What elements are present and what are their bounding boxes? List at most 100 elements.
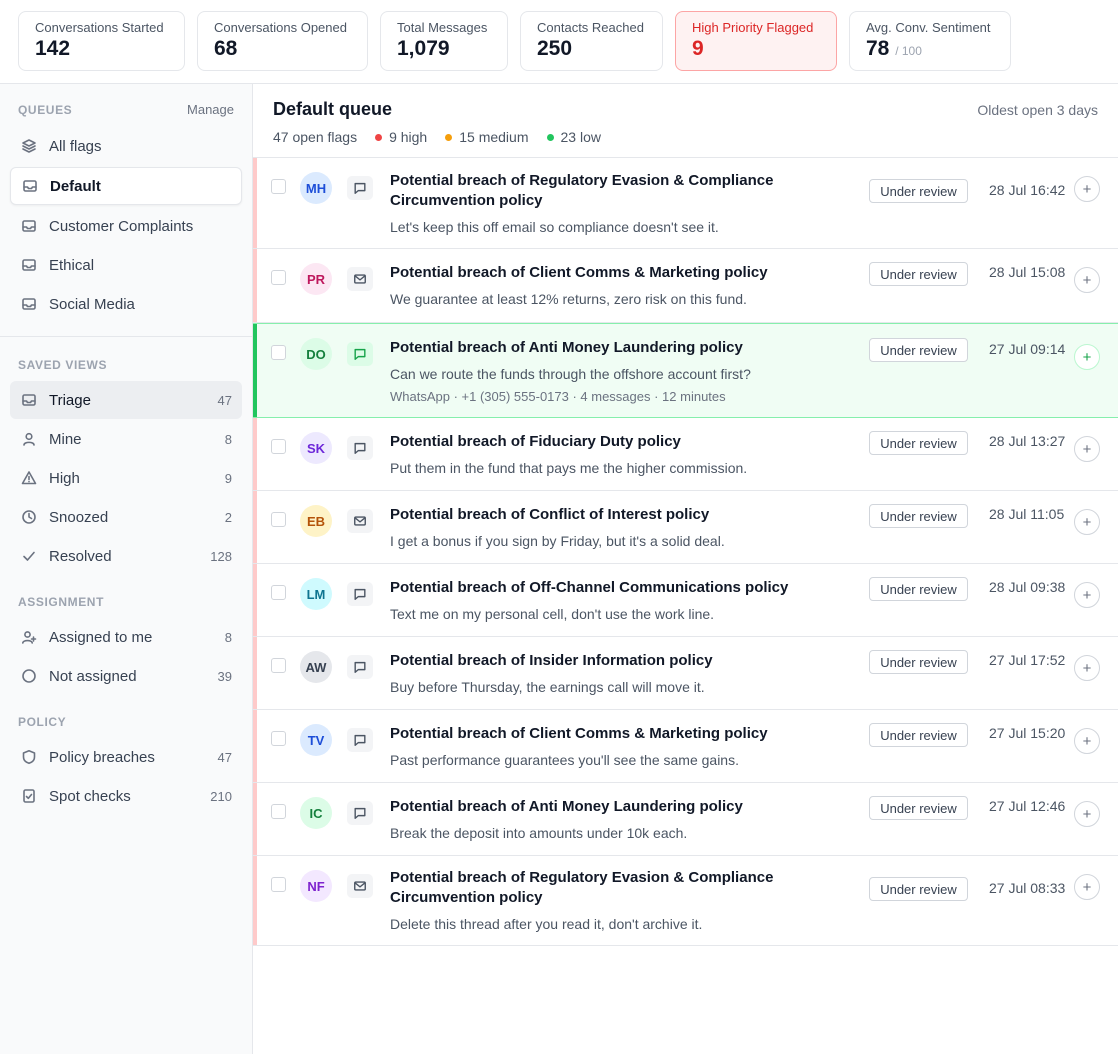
layers-icon [20,137,38,155]
high-dot-icon [375,133,383,141]
flag-row[interactable]: LM Potential breach of Off-Channel Commun… [253,564,1118,637]
flag-title[interactable]: Potential breach of Anti Money Launderin… [390,797,860,817]
row-checkbox[interactable] [271,804,286,819]
add-action-button[interactable]: + [1074,728,1100,754]
stat-conversations-started[interactable]: Conversations Started 142 [18,11,185,71]
sidebar-item-not-assigned[interactable]: Not assigned 39 [10,657,242,695]
status-badge[interactable]: Under review [869,796,968,820]
status-badge[interactable]: Under review [869,650,968,674]
flag-row[interactable]: PR Potential breach of Client Comms & Mar… [253,249,1118,323]
sidebar-item-high[interactable]: High 9 [10,459,242,497]
flag-row[interactable]: TV Potential breach of Client Comms & Mar… [253,710,1118,783]
status-badge[interactable]: Under review [869,179,968,203]
inbox-icon [20,256,38,274]
flag-timestamp: 27 Jul 12:46 [989,798,1066,814]
flag-timestamp: 28 Jul 16:42 [989,182,1066,198]
row-checkbox[interactable] [271,439,286,454]
stat-high-priority-flagged[interactable]: High Priority Flagged 9 [675,11,837,71]
flag-title[interactable]: Potential breach of Client Comms & Marke… [390,263,860,283]
flag-snippet: Let's keep this off email so compliance … [390,219,719,235]
status-badge[interactable]: Under review [869,504,968,528]
add-action-button[interactable]: + [1074,176,1100,202]
row-checkbox[interactable] [271,877,286,892]
sidebar-item-all-flags[interactable]: All flags [10,127,242,165]
add-action-button[interactable]: + [1074,874,1100,900]
sidebar-item-spot-checks[interactable]: Spot checks 210 [10,777,242,815]
row-checkbox[interactable] [271,270,286,285]
stat-value: 68 [214,37,238,60]
channel-badge [347,801,373,825]
add-action-button[interactable]: + [1074,801,1100,827]
flag-title[interactable]: Potential breach of Fiduciary Duty polic… [390,432,860,452]
stat-avg-sentiment[interactable]: Avg. Conv. Sentiment 78 / 100 [849,11,1011,71]
stat-total-messages[interactable]: Total Messages 1,079 [380,11,508,71]
row-checkbox[interactable] [271,345,286,360]
flag-title[interactable]: Potential breach of Off-Channel Communic… [390,578,860,598]
sidebar-item-policy-breaches[interactable]: Policy breaches 47 [10,738,242,776]
sidebar-item-resolved[interactable]: Resolved 128 [10,537,242,575]
sidebar-item-label: Ethical [49,256,95,274]
flag-row[interactable]: NF Potential breach of Regulatory Evasion… [253,856,1118,946]
sidebar-item-count: 47 [217,749,232,765]
stats-bar: Conversations Started 142 Conversations … [0,0,1118,84]
flag-title[interactable]: Potential breach of Anti Money Launderin… [390,338,860,358]
sidebar-item-customer-complaints[interactable]: Customer Complaints [10,207,242,245]
flag-row[interactable]: EB Potential breach of Conflict of Intere… [253,491,1118,564]
manage-link[interactable]: Manage [187,102,234,117]
sidebar-item-social-media[interactable]: Social Media [10,285,242,323]
flag-row[interactable]: IC Potential breach of Anti Money Launder… [253,783,1118,856]
channel-badge [347,655,373,679]
sidebar-item-assigned-to-me[interactable]: Assigned to me 8 [10,618,242,656]
flag-row[interactable]: DO Potential breach of Anti Money Launder… [253,323,1118,418]
add-action-button[interactable]: + [1074,267,1100,293]
saved-views-heading: SAVED VIEWS [18,358,108,372]
status-badge[interactable]: Under review [869,262,968,286]
flag-row[interactable]: SK Potential breach of Fiduciary Duty pol… [253,418,1118,491]
add-action-button[interactable]: + [1074,655,1100,681]
flag-title[interactable]: Potential breach of Client Comms & Marke… [390,724,860,744]
sidebar-item-triage[interactable]: Triage 47 [10,381,242,419]
flag-title[interactable]: Potential breach of Regulatory Evasion &… [390,868,860,908]
status-badge[interactable]: Under review [869,338,968,362]
row-checkbox[interactable] [271,658,286,673]
plus-icon: + [1082,659,1092,677]
channel-badge [347,342,373,366]
flag-timestamp: 28 Jul 11:05 [989,506,1065,522]
page-title: Default queue [273,99,393,119]
sidebar-item-default[interactable]: Default [10,167,242,205]
add-action-button[interactable]: + [1074,582,1100,608]
assignment-heading: ASSIGNMENT [18,595,105,609]
status-badge[interactable]: Under review [869,577,968,601]
sidebar-item-mine[interactable]: Mine 8 [10,420,242,458]
mail-icon [353,879,367,893]
plus-icon: + [1082,878,1092,896]
add-action-button[interactable]: + [1074,344,1100,370]
stat-contacts-reached[interactable]: Contacts Reached 250 [520,11,663,71]
status-badge[interactable]: Under review [869,431,968,455]
stat-conversations-opened[interactable]: Conversations Opened 68 [197,11,368,71]
mail-icon [353,272,367,286]
row-checkbox[interactable] [271,179,286,194]
flag-row[interactable]: MH Potential breach of Regulatory Evasion… [253,158,1118,249]
sidebar-item-label: Mine [49,430,82,448]
add-action-button[interactable]: + [1074,509,1100,535]
row-checkbox[interactable] [271,731,286,746]
flag-title[interactable]: Potential breach of Regulatory Evasion &… [390,171,860,211]
flag-title[interactable]: Potential breach of Insider Information … [390,651,860,671]
add-action-button[interactable]: + [1074,436,1100,462]
flag-snippet: Buy before Thursday, the earnings call w… [390,679,705,695]
row-checkbox[interactable] [271,512,286,527]
priority-bar [253,158,257,248]
flag-row[interactable]: AW Potential breach of Insider Informatio… [253,637,1118,710]
flag-title[interactable]: Potential breach of Conflict of Interest… [390,505,860,525]
avatar: MH [300,172,332,204]
flag-timestamp: 28 Jul 09:38 [989,579,1066,595]
status-badge[interactable]: Under review [869,723,968,747]
avatar: EB [300,505,332,537]
status-badge[interactable]: Under review [869,877,968,901]
chat-icon [353,733,367,747]
sidebar-item-snoozed[interactable]: Snoozed 2 [10,498,242,536]
stat-value: 142 [35,37,71,60]
sidebar-item-ethical[interactable]: Ethical [10,246,242,284]
row-checkbox[interactable] [271,585,286,600]
